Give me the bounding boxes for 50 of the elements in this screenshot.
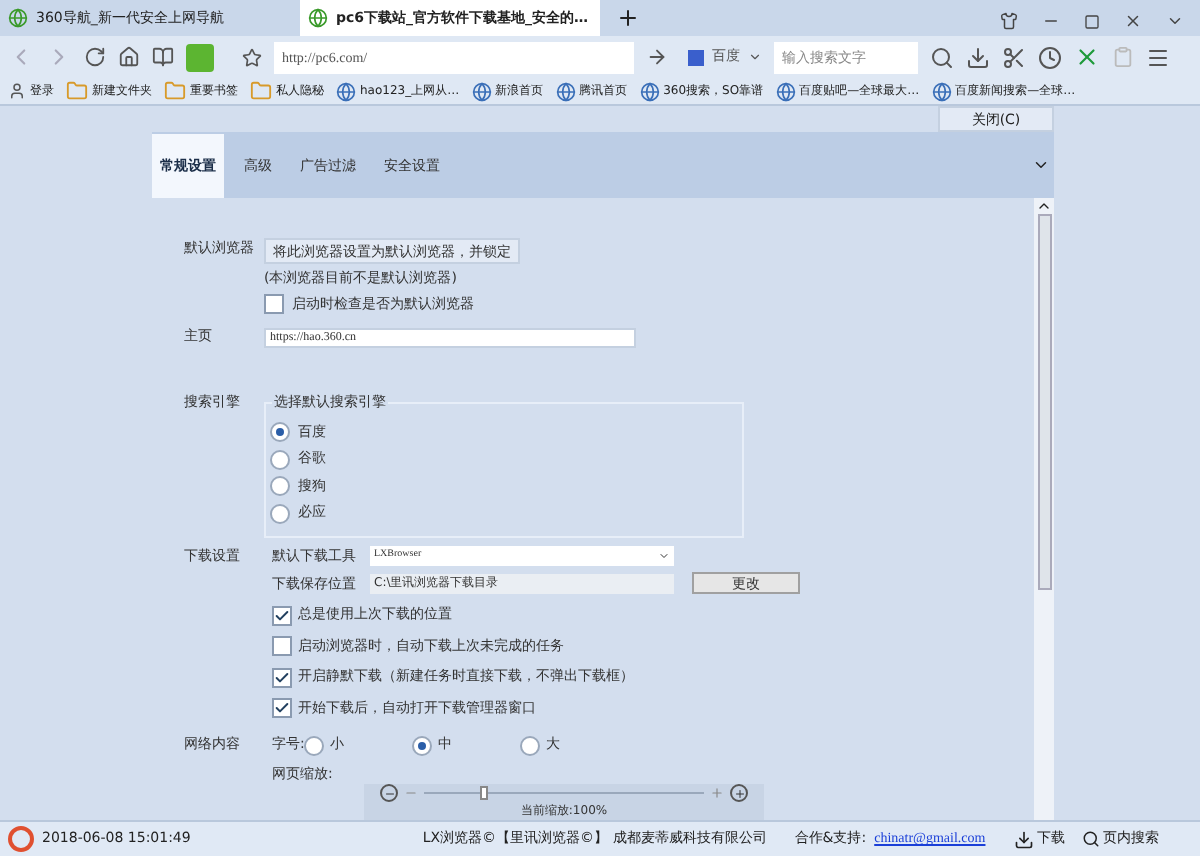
radio-button[interactable] bbox=[520, 735, 540, 756]
shirt-icon[interactable] bbox=[1000, 12, 1018, 30]
new-tab-icon[interactable] bbox=[616, 6, 640, 30]
radio-button[interactable] bbox=[270, 476, 290, 497]
home-icon[interactable] bbox=[118, 46, 140, 69]
zoom-out-icon[interactable] bbox=[380, 784, 398, 803]
user-icon bbox=[8, 82, 26, 101]
folder-icon bbox=[250, 80, 272, 103]
radio-button[interactable] bbox=[270, 422, 290, 443]
clipboard-icon[interactable] bbox=[1112, 46, 1134, 69]
globe-icon bbox=[308, 8, 328, 28]
caret-icon bbox=[658, 550, 670, 563]
globe-icon bbox=[336, 81, 356, 102]
zoom-in-icon[interactable] bbox=[730, 784, 748, 803]
search-icon[interactable] bbox=[930, 45, 954, 70]
globe-icon bbox=[8, 8, 28, 28]
reload-icon[interactable] bbox=[84, 46, 106, 69]
radio-button[interactable] bbox=[304, 735, 324, 756]
globe-icon bbox=[639, 81, 660, 102]
caret-icon bbox=[748, 50, 762, 65]
radio-button[interactable] bbox=[270, 503, 290, 524]
close-icon[interactable] bbox=[1124, 12, 1142, 30]
globe-icon bbox=[775, 81, 796, 102]
globe-icon bbox=[471, 81, 492, 102]
globe-icon bbox=[931, 81, 952, 102]
x-icon[interactable] bbox=[1074, 44, 1100, 71]
zoom-slider-thumb[interactable] bbox=[480, 786, 488, 801]
checkbox[interactable] bbox=[272, 667, 292, 688]
radio-button[interactable] bbox=[270, 449, 290, 470]
dropdown-icon[interactable] bbox=[1166, 12, 1184, 30]
download-icon[interactable] bbox=[966, 45, 990, 70]
menu-icon[interactable] bbox=[1146, 45, 1170, 70]
scrollbar[interactable] bbox=[1034, 198, 1054, 821]
download-icon bbox=[1013, 829, 1034, 850]
logo-icon bbox=[8, 826, 34, 853]
checkbox[interactable] bbox=[272, 636, 292, 657]
checkbox[interactable] bbox=[272, 698, 292, 719]
book-icon[interactable] bbox=[152, 46, 174, 69]
clock-icon[interactable] bbox=[1038, 45, 1062, 70]
checkbox[interactable] bbox=[272, 605, 292, 626]
star-icon[interactable] bbox=[242, 47, 262, 68]
go-icon[interactable] bbox=[646, 46, 668, 69]
folder-icon bbox=[66, 80, 88, 103]
search-icon bbox=[1081, 830, 1100, 849]
checkbox[interactable] bbox=[264, 294, 284, 315]
scissors-icon[interactable] bbox=[1002, 45, 1026, 70]
radio-button[interactable] bbox=[412, 735, 432, 756]
globe-icon bbox=[555, 81, 576, 102]
maximize-icon[interactable] bbox=[1084, 13, 1100, 29]
folder-icon bbox=[164, 80, 186, 103]
